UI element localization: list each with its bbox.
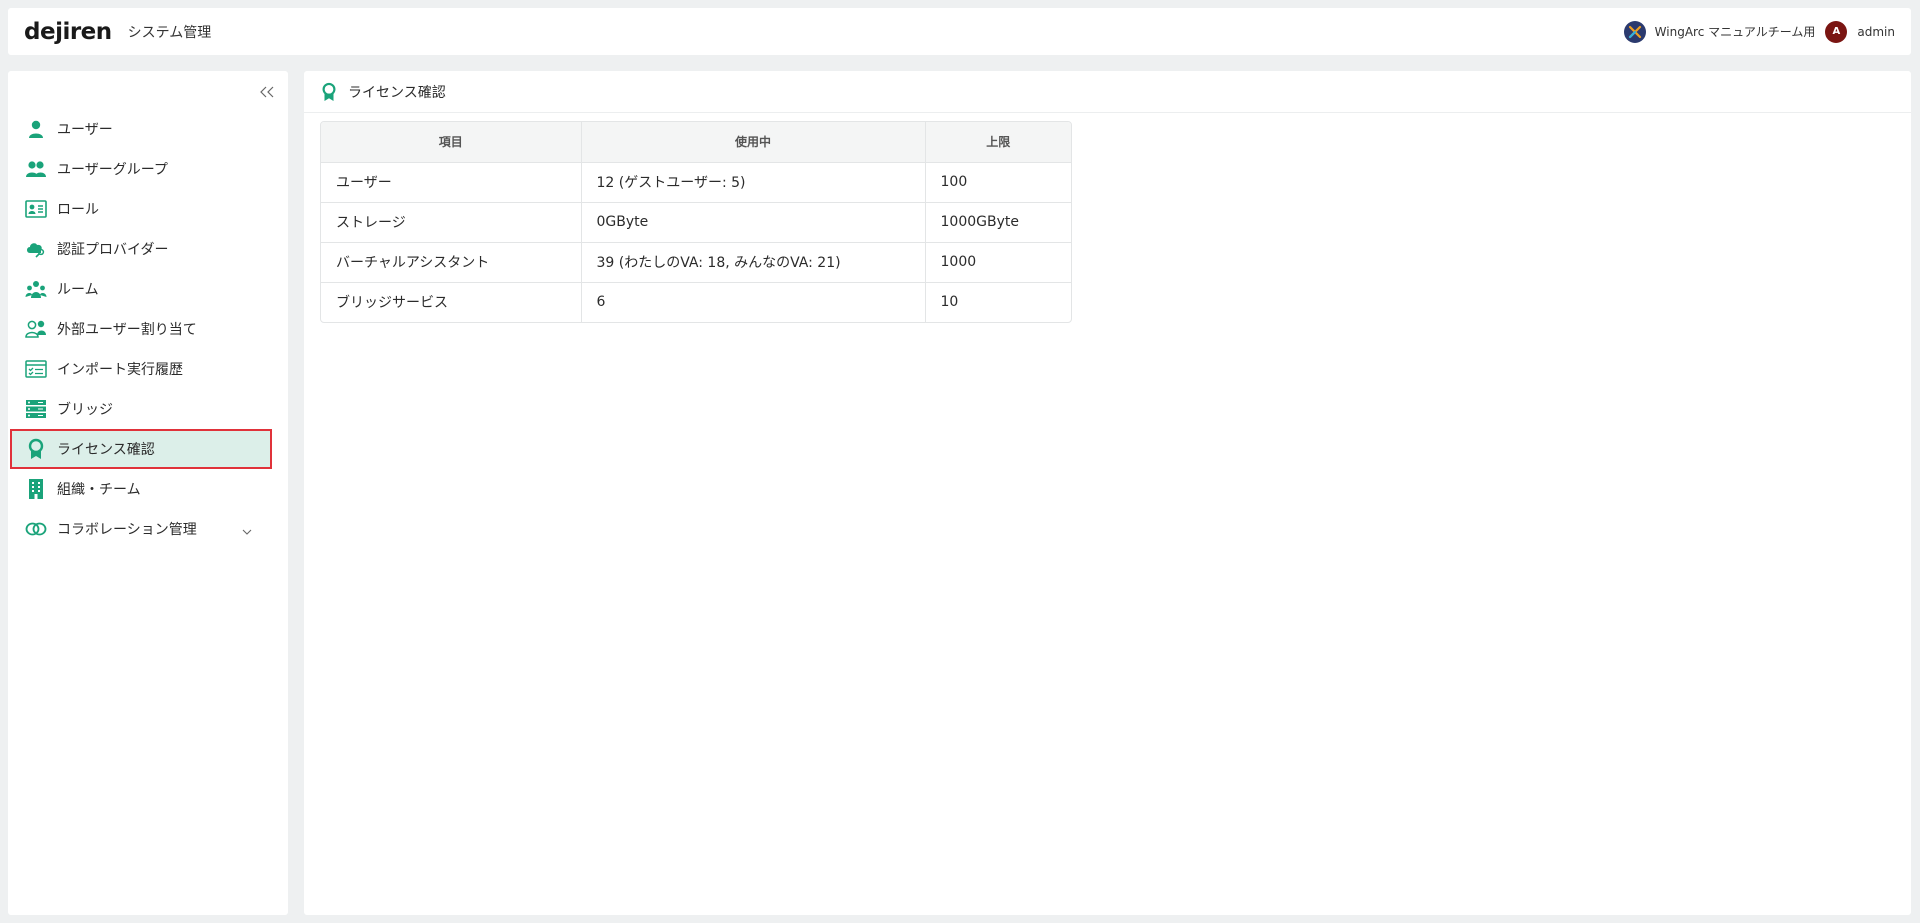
table-cell: 100 — [925, 162, 1071, 203]
sidebar-item-external-users[interactable]: 外部ユーザー割り当て — [10, 309, 272, 349]
table-cell: 6 — [581, 282, 926, 322]
sidebar-item-label: 組織・チーム — [57, 482, 141, 498]
column-header-limit: 上限 — [925, 122, 1071, 163]
user-group-icon — [25, 158, 47, 180]
sidebar-item-label: 認証プロバイダー — [57, 242, 169, 258]
table-cell: ブリッジサービス — [321, 282, 582, 322]
sidebar-item-label: コラボレーション管理 — [57, 522, 197, 538]
table-header-row: 項目 使用中 上限 — [321, 122, 1071, 163]
main-content: ライセンス確認 項目 使用中 上限 ユーザー 12 (ゲストユーザー: 5) 1… — [304, 71, 1911, 915]
table-row: ストレージ 0GByte 1000GByte — [321, 202, 1071, 243]
app-logo[interactable]: dejiren — [24, 19, 112, 45]
organization-icon — [25, 478, 47, 500]
role-card-icon — [25, 198, 47, 220]
table-cell: 1000GByte — [925, 202, 1071, 243]
sidebar-item-label: ライセンス確認 — [57, 442, 155, 458]
header-left: dejiren システム管理 — [24, 19, 211, 45]
import-history-icon — [25, 358, 47, 380]
sidebar-item-label: ユーザーグループ — [57, 162, 168, 178]
auth-provider-icon — [25, 238, 47, 260]
sidebar-item-auth-providers[interactable]: 認証プロバイダー — [10, 229, 272, 269]
table-row: ユーザー 12 (ゲストユーザー: 5) 100 — [321, 162, 1071, 203]
column-header-item: 項目 — [321, 122, 582, 163]
sidebar-item-roles[interactable]: ロール — [10, 189, 272, 229]
header-right: WingArc マニュアルチーム用 A admin — [1623, 20, 1895, 43]
column-header-in-use: 使用中 — [581, 122, 926, 163]
sidebar-item-label: ロール — [57, 202, 99, 218]
bridge-icon — [25, 398, 47, 420]
page-title: ライセンス確認 — [348, 84, 446, 101]
sidebar-item-license[interactable]: ライセンス確認 — [10, 429, 272, 469]
table-cell: ストレージ — [321, 202, 582, 243]
sidebar-item-users[interactable]: ユーザー — [10, 109, 272, 149]
sidebar: ユーザー ユーザーグループ ロール 認証プロバイダー ルーム 外部ユーザー割り当… — [8, 71, 288, 915]
user-name[interactable]: admin — [1857, 25, 1895, 39]
license-table: 項目 使用中 上限 ユーザー 12 (ゲストユーザー: 5) 100 ストレージ… — [320, 121, 1072, 323]
sidebar-item-import-history[interactable]: インポート実行履歴 — [10, 349, 272, 389]
sidebar-item-label: ルーム — [57, 282, 99, 298]
sidebar-item-user-groups[interactable]: ユーザーグループ — [10, 149, 272, 189]
sidebar-item-bridge[interactable]: ブリッジ — [10, 389, 272, 429]
external-user-icon — [25, 318, 47, 340]
sidebar-nav: ユーザー ユーザーグループ ロール 認証プロバイダー ルーム 外部ユーザー割り当… — [10, 109, 272, 549]
top-header: dejiren システム管理 WingArc マニュアルチーム用 A admin — [8, 8, 1911, 55]
system-title: システム管理 — [127, 24, 212, 41]
sidebar-item-label: インポート実行履歴 — [57, 362, 183, 378]
license-icon — [320, 81, 338, 103]
collaboration-icon — [25, 518, 47, 540]
table-cell: 0GByte — [581, 202, 926, 243]
sidebar-item-label: 外部ユーザー割り当て — [57, 322, 197, 338]
sidebar-item-organization[interactable]: 組織・チーム — [10, 469, 272, 509]
sidebar-item-collaboration[interactable]: コラボレーション管理 — [10, 509, 272, 549]
organization-logo-icon — [1623, 20, 1646, 43]
sidebar-item-label: ユーザー — [57, 122, 113, 138]
page-header: ライセンス確認 — [304, 71, 1911, 113]
double-chevron-left-icon — [260, 86, 274, 98]
table-cell: 39 (わたしのVA: 18, みんなのVA: 21) — [581, 242, 926, 283]
table-row: バーチャルアシスタント 39 (わたしのVA: 18, みんなのVA: 21) … — [321, 242, 1071, 283]
avatar[interactable]: A — [1825, 20, 1848, 43]
room-icon — [25, 278, 47, 300]
organization-name[interactable]: WingArc マニュアルチーム用 — [1655, 23, 1816, 40]
table-cell: 10 — [940, 294, 959, 311]
table-cell: 1000 — [925, 242, 1071, 283]
sidebar-item-label: ブリッジ — [57, 402, 113, 418]
table-row: ブリッジサービス 6 10 — [321, 282, 1071, 322]
collapse-sidebar-button[interactable] — [258, 83, 276, 101]
table-cell: バーチャルアシスタント — [321, 242, 582, 283]
chevron-down-icon[interactable] — [242, 523, 252, 539]
user-icon — [25, 118, 47, 140]
table-cell: 12 (ゲストユーザー: 5) — [581, 162, 926, 203]
license-icon — [25, 438, 47, 460]
table-cell: ユーザー — [321, 162, 582, 203]
sidebar-item-rooms[interactable]: ルーム — [10, 269, 272, 309]
